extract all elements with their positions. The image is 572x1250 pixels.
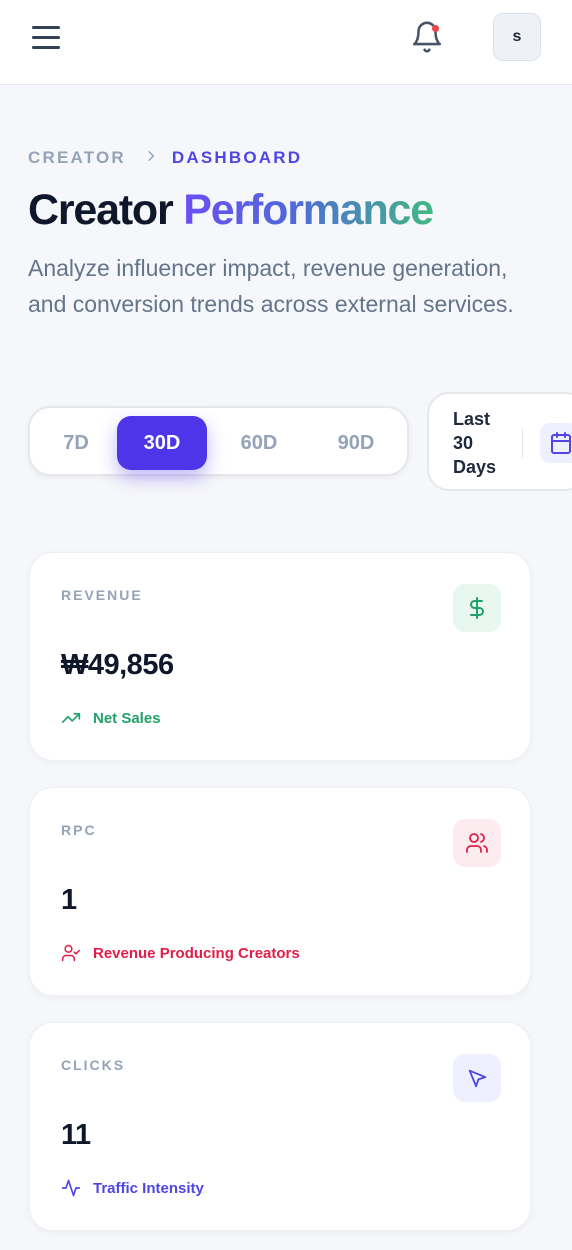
- user-check-icon: [61, 944, 81, 962]
- date-range-label: Last 30 Days: [453, 409, 497, 477]
- avatar-initial: s: [512, 28, 522, 45]
- metric-footnote-text: Net Sales: [93, 709, 161, 727]
- dollar-icon: [470, 597, 484, 619]
- notification-dot: [432, 25, 439, 32]
- menu-icon-line: [32, 26, 60, 29]
- metric-footnote-text: Traffic Intensity: [93, 1179, 204, 1197]
- chevron-right-icon: [144, 149, 158, 168]
- metric-label: RPC: [61, 822, 97, 838]
- date-range-picker[interactable]: Last 30 Days: [427, 392, 572, 491]
- date-divider: [522, 428, 523, 458]
- rpc-icon-badge: [453, 819, 501, 867]
- page-title: Creator Performance: [28, 186, 434, 235]
- revenue-card: REVENUE ₩49,856 Net Sales: [29, 552, 531, 761]
- menu-icon-line: [32, 46, 60, 49]
- metric-label: CLICKS: [61, 1057, 126, 1073]
- trending-up-icon: [61, 713, 81, 723]
- user-avatar[interactable]: s: [493, 13, 541, 61]
- range-60d-button[interactable]: 60D: [214, 416, 304, 470]
- metric-footnote: Traffic Intensity: [61, 1178, 204, 1198]
- range-30d-button[interactable]: 30D: [117, 416, 207, 470]
- page-title-accent: Performance: [183, 186, 434, 234]
- breadcrumb-current: DASHBOARD: [171, 148, 303, 167]
- clicks-card: CLICKS 11 Traffic Intensity: [29, 1022, 531, 1231]
- clicks-icon-badge: [453, 1054, 501, 1102]
- page-title-main: Creator: [28, 186, 174, 234]
- range-7d-button[interactable]: 7D: [31, 416, 121, 470]
- metric-value: 1: [61, 884, 77, 916]
- top-bar: s: [0, 0, 572, 85]
- activity-icon: [61, 1179, 81, 1197]
- cursor-icon: [468, 1069, 487, 1088]
- users-icon: [466, 833, 488, 853]
- breadcrumb: CREATOR DASHBOARD: [28, 148, 302, 168]
- revenue-icon-badge: [453, 584, 501, 632]
- rpc-card: RPC 1 Revenue Producing Creators: [29, 787, 531, 996]
- metric-footnote: Net Sales: [61, 708, 161, 728]
- menu-icon-line: [32, 36, 60, 39]
- page-subtitle: Analyze influencer impact, revenue gener…: [28, 255, 514, 317]
- calendar-button[interactable]: [540, 423, 572, 463]
- menu-button[interactable]: [30, 24, 62, 52]
- range-selector: 7D 30D 60D 90D: [28, 406, 409, 476]
- metric-footnote-text: Revenue Producing Creators: [93, 944, 300, 962]
- range-90d-button[interactable]: 90D: [311, 416, 401, 470]
- calendar-icon: [551, 432, 571, 454]
- breadcrumb-parent[interactable]: CREATOR: [28, 148, 126, 168]
- metric-value: 11: [61, 1119, 91, 1151]
- metric-value: ₩49,856: [61, 649, 174, 681]
- notifications-button[interactable]: [410, 20, 444, 54]
- bell-icon: [412, 21, 442, 53]
- metric-label: REVENUE: [61, 587, 143, 603]
- metric-footnote: Revenue Producing Creators: [61, 943, 300, 963]
